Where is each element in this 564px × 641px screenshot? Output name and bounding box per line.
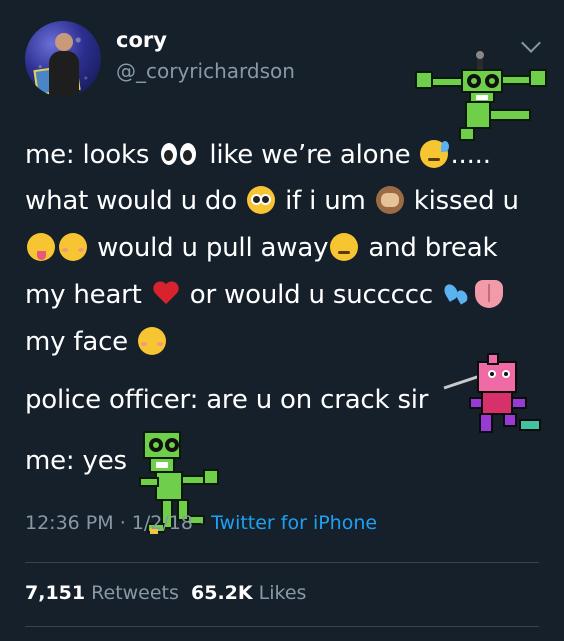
- tweet-text-line-6: police officer: are u on crack sir: [25, 385, 429, 415]
- retweets-stat[interactable]: 7,151 Retweets: [25, 582, 179, 604]
- display-name[interactable]: cory: [116, 28, 167, 52]
- sweat-drops-icon: [443, 280, 471, 308]
- tweet-stats: 7,151 Retweets 65.2K Likes: [25, 582, 306, 604]
- disappointed-face-icon: [330, 233, 359, 261]
- tweet-card: cory @_coryrichardson me: looks like we’…: [0, 0, 564, 641]
- tweet-date[interactable]: 1/2/18: [132, 512, 193, 534]
- tweet-time[interactable]: 12:36 PM: [25, 512, 114, 534]
- likes-label: Likes: [258, 582, 307, 604]
- likes-stat[interactable]: 65.2K Likes: [191, 582, 306, 604]
- tongue-icon: [475, 280, 504, 308]
- sweat-smile-icon: [420, 140, 450, 168]
- divider: [25, 626, 539, 627]
- blushing-face-icon: [59, 233, 87, 261]
- smiling-face-icon: [138, 327, 167, 355]
- pink-creature-sprite-icon: [443, 353, 541, 433]
- handle[interactable]: @_coryrichardson: [116, 59, 295, 83]
- source-link[interactable]: Twitter for iPhone: [211, 512, 377, 534]
- retweets-label: Retweets: [91, 582, 179, 604]
- tweet-text-line-3: would u pull away and break: [25, 231, 498, 265]
- tweet-text-line-5: my face: [25, 325, 168, 359]
- see-no-evil-monkey-icon: [375, 186, 404, 214]
- tweet-text-line-4: my heart or would u succccc: [25, 278, 505, 312]
- retweets-count: 7,151: [25, 582, 86, 604]
- flushed-face-icon: [247, 186, 275, 214]
- broken-heart-icon: [152, 280, 180, 308]
- green-robot-sprite-icon: [415, 51, 547, 141]
- tongue-out-face-icon: [27, 233, 55, 261]
- tweet-text-line-7: me: yes: [25, 446, 127, 476]
- likes-count: 65.2K: [191, 582, 253, 604]
- tweet-text-line-2: what would u do if i um kissed u: [25, 186, 519, 216]
- avatar[interactable]: [25, 21, 101, 97]
- tweet-meta: 12:36 PM · 1/2/18 · Twitter for iPhone: [25, 512, 378, 534]
- tweet-text-line-1: me: looks like we’re alone .....: [25, 140, 491, 170]
- eyes-icon: [159, 140, 199, 168]
- divider: [25, 562, 539, 563]
